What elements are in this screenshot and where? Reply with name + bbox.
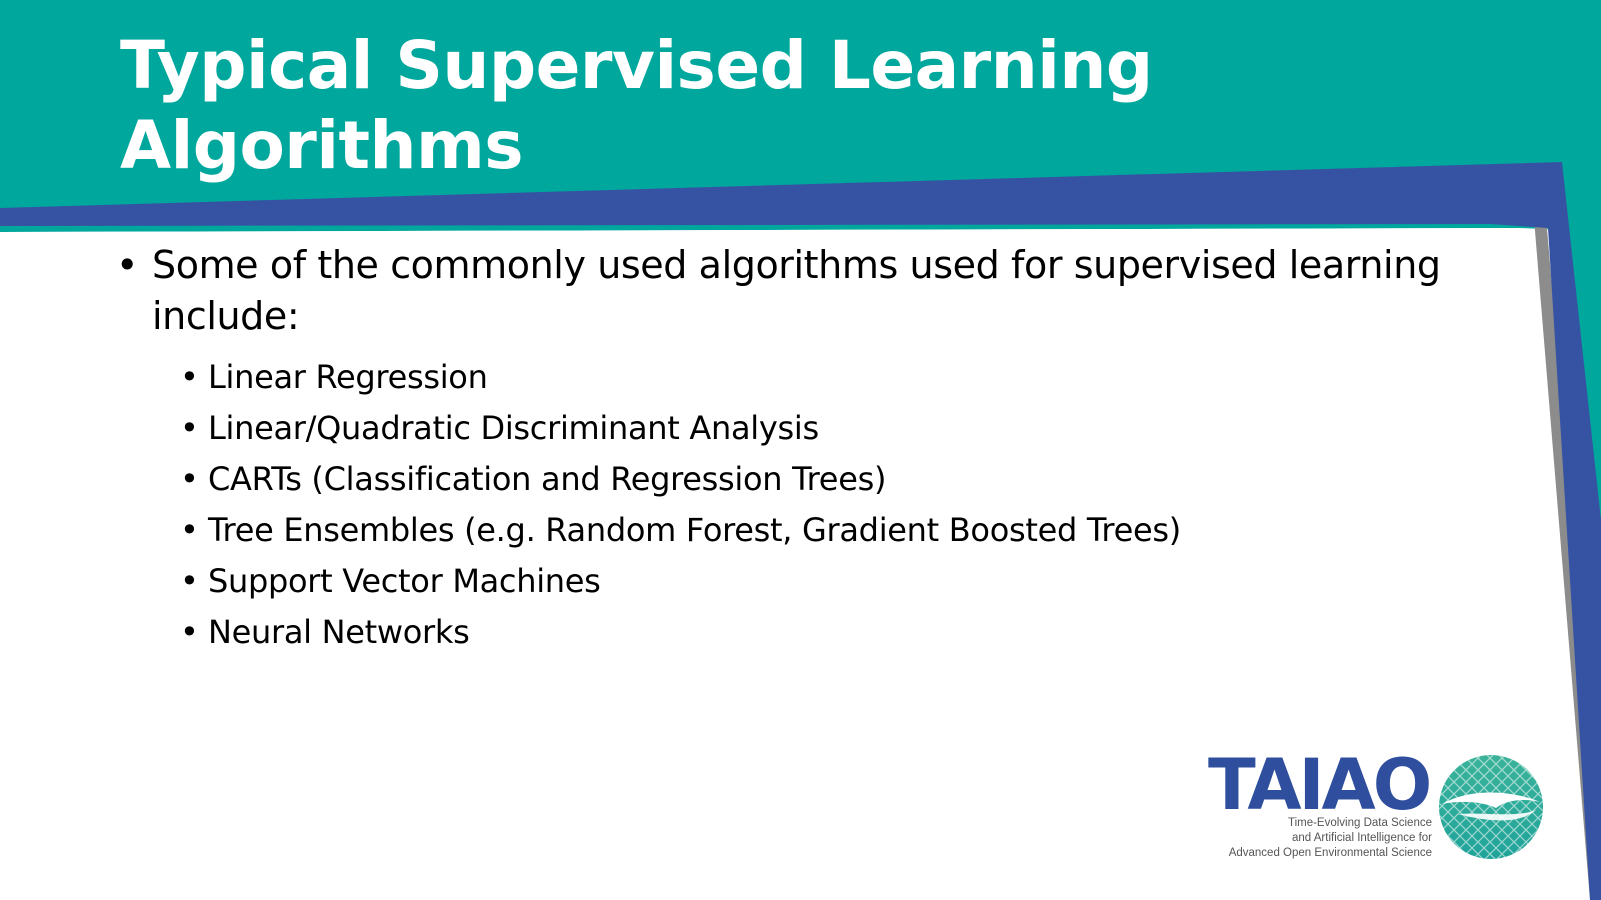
bullet-glyph: •	[180, 562, 199, 600]
sub-bullet-item: • CARTs (Classification and Regression Tr…	[116, 454, 1456, 505]
logo-tagline: Time-Evolving Data Science and Artificia…	[1229, 816, 1432, 861]
sub-bullet-text: Tree Ensembles (e.g. Random Forest, Grad…	[208, 511, 1181, 549]
logo-tagline-line: Advanced Open Environmental Science	[1228, 847, 1432, 859]
globe-icon	[1439, 755, 1543, 859]
sub-bullet-item: • Neural Networks	[116, 607, 1456, 658]
sub-bullet-text: Neural Networks	[208, 613, 470, 651]
sub-bullet-item: • Linear Regression	[116, 352, 1456, 403]
bullet-glyph: •	[116, 243, 139, 287]
main-bullet-text: Some of the commonly used algorithms use…	[152, 243, 1441, 338]
sub-bullet-list: • Linear Regression • Linear/Quadratic Dis…	[116, 352, 1456, 658]
sub-bullet-item: • Tree Ensembles (e.g. Random Forest, Gra…	[116, 505, 1456, 556]
bullet-glyph: •	[180, 409, 199, 447]
slide-body: • Some of the commonly used algorithms u…	[116, 240, 1456, 658]
logo-wordmark: TAIAO	[1208, 744, 1432, 826]
sub-bullet-item: • Linear/Quadratic Discriminant Analysis	[116, 403, 1456, 454]
bullet-glyph: •	[180, 460, 199, 498]
bullet-glyph: •	[180, 358, 199, 396]
sub-bullet-item: • Support Vector Machines	[116, 556, 1456, 607]
logo-tagline-line: Time-Evolving Data Science	[1287, 817, 1432, 829]
bullet-glyph: •	[180, 511, 199, 549]
sub-bullet-text: Support Vector Machines	[208, 562, 601, 600]
slide: Typical Supervised Learning Algorithms •…	[0, 0, 1601, 900]
sub-bullet-text: Linear Regression	[208, 358, 488, 396]
sub-bullet-text: Linear/Quadratic Discriminant Analysis	[208, 409, 819, 447]
bullet-glyph: •	[180, 613, 199, 651]
slide-title: Typical Supervised Learning Algorithms	[120, 27, 1153, 184]
taiao-logo: TAIAO Time-Evolving Data Science and Art…	[1200, 748, 1550, 863]
main-bullet: • Some of the commonly used algorithms u…	[116, 240, 1456, 342]
sub-bullet-text: CARTs (Classification and Regression Tre…	[208, 460, 887, 498]
logo-tagline-line: and Artificial Intelligence for	[1292, 832, 1432, 844]
